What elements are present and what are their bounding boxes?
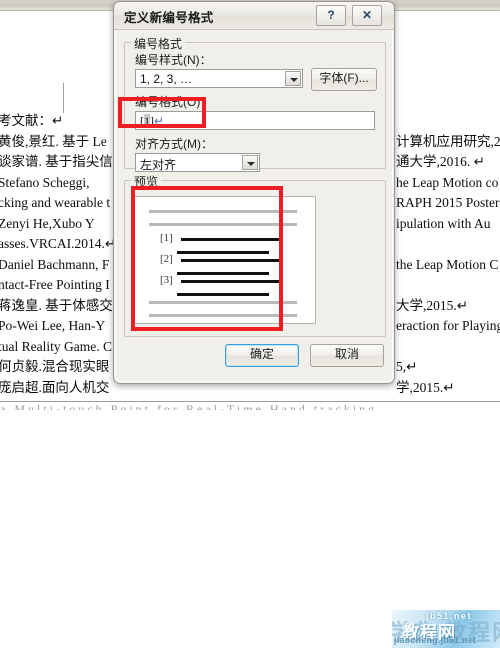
document-line: 蒋逸皇. 基于体感交 [0, 297, 113, 313]
preview-black-line [181, 280, 281, 283]
define-new-number-format-dialog[interactable]: 定义新编号格式 ? ✕ 编号格式 编号样式(N)： 1, 2, 3, … 字体(… [113, 1, 395, 384]
document-line: asses.VRCAI.2014.↵ [0, 236, 117, 251]
alignment-value: 左对齐 [140, 158, 177, 172]
document-line: tual Reality Game. C [0, 338, 112, 354]
number-style-combobox[interactable]: 1, 2, 3, … [135, 69, 303, 88]
preview-gray-line [149, 223, 297, 226]
preview-black-line [177, 272, 269, 275]
preview-black-line [177, 251, 269, 254]
document-line: the Leap Motion C [396, 256, 499, 272]
number-format-label: 编号格式(O)： [135, 95, 213, 109]
preview-marker: [3] [160, 274, 173, 286]
preview-gray-line [149, 301, 297, 304]
number-style-label: 编号样式(N)： [135, 53, 212, 67]
document-line: 通大学,2016. ↵ [396, 154, 485, 169]
document-line: Stefano Scheggi, [0, 174, 90, 190]
number-style-value: 1, 2, 3, … [140, 72, 193, 86]
dialog-title: 定义新编号格式 [124, 11, 214, 25]
watermark-url-text: jiaocheng.jb51.net [394, 635, 477, 645]
close-icon[interactable]: ✕ [352, 5, 382, 26]
number-format-value: [1]↵ [140, 114, 164, 129]
site-watermark: 学典 教程网 学 jb51.net 教程网 jiaocheng.jb51.net [392, 610, 500, 648]
document-line: 谈家谱. 基于指尖信 [0, 154, 113, 169]
document-line: 考文献：↵ [0, 113, 64, 128]
document-line: Zenyi He,Xubo Y [0, 215, 95, 231]
document-line: ipulation with Au [396, 215, 491, 231]
page-margin-marker [63, 83, 64, 113]
preview-black-line [181, 259, 281, 262]
preview-group-legend: 预览 [131, 173, 162, 190]
document-line: 大学,2015.↵ [396, 297, 469, 313]
help-icon[interactable]: ? [316, 5, 346, 26]
preview-gray-line [149, 210, 297, 213]
font-button[interactable]: 字体(F)... [311, 68, 377, 91]
number-format-group-legend: 编号格式 [131, 35, 186, 52]
number-format-input[interactable]: [1]↵ [135, 111, 375, 130]
document-line: 学,2015.↵ [396, 379, 455, 395]
document-line: Daniel Bachmann, F [0, 256, 110, 272]
cancel-button[interactable]: 取消 [310, 344, 384, 367]
document-line: eraction for Playing [396, 318, 500, 333]
document-text-right-column: 计算机应用研究,2 通大学,2016. ↵ he Leap Motion co … [396, 111, 500, 398]
preview-gray-line [149, 314, 297, 317]
number-format-preview: [1] [2] [3] [132, 196, 316, 324]
document-line: 计算机应用研究,2 [396, 133, 500, 149]
document-line: ntact-Free Pointing I [0, 277, 110, 292]
document-line: he Leap Motion co [396, 174, 499, 190]
ok-button[interactable]: 确定 [225, 344, 299, 367]
number-format-groupbox: 编号格式 编号样式(N)： 1, 2, 3, … 字体(F)... 编号格式(O… [124, 35, 386, 172]
preview-black-line [181, 238, 281, 241]
document-line: 庞启超.面向人机交 [0, 379, 110, 395]
preview-black-line [177, 293, 269, 296]
document-line: RAPH 2015 Posters [396, 195, 500, 210]
preview-marker: [1] [160, 232, 173, 244]
document-clipped-line: a Multi-touch Point for Real-Time Hand t… [0, 402, 378, 410]
document-text-left-column: 考文献：↵ 黄俊,景红. 基于 Le 谈家谱. 基于指尖信 Stefano Sc… [0, 111, 118, 398]
dialog-titlebar[interactable]: 定义新编号格式 ? ✕ [114, 2, 394, 30]
chevron-down-icon[interactable] [285, 71, 301, 86]
document-line: 何贞毅.混合现实眼 [0, 359, 110, 374]
alignment-label: 对齐方式(M)： [135, 137, 213, 151]
document-line: Po-Wei Lee, Han-Y [0, 318, 106, 333]
chevron-down-icon[interactable] [242, 155, 258, 170]
document-line: 黄俊,景红. 基于 Le [0, 133, 107, 149]
document-line: cking and wearable t [0, 195, 111, 210]
document-line: 5,↵ [396, 359, 418, 374]
alignment-combobox[interactable]: 左对齐 [135, 153, 260, 172]
pilcrow-icon: ↵ [154, 114, 165, 128]
preview-marker: [2] [160, 253, 173, 265]
